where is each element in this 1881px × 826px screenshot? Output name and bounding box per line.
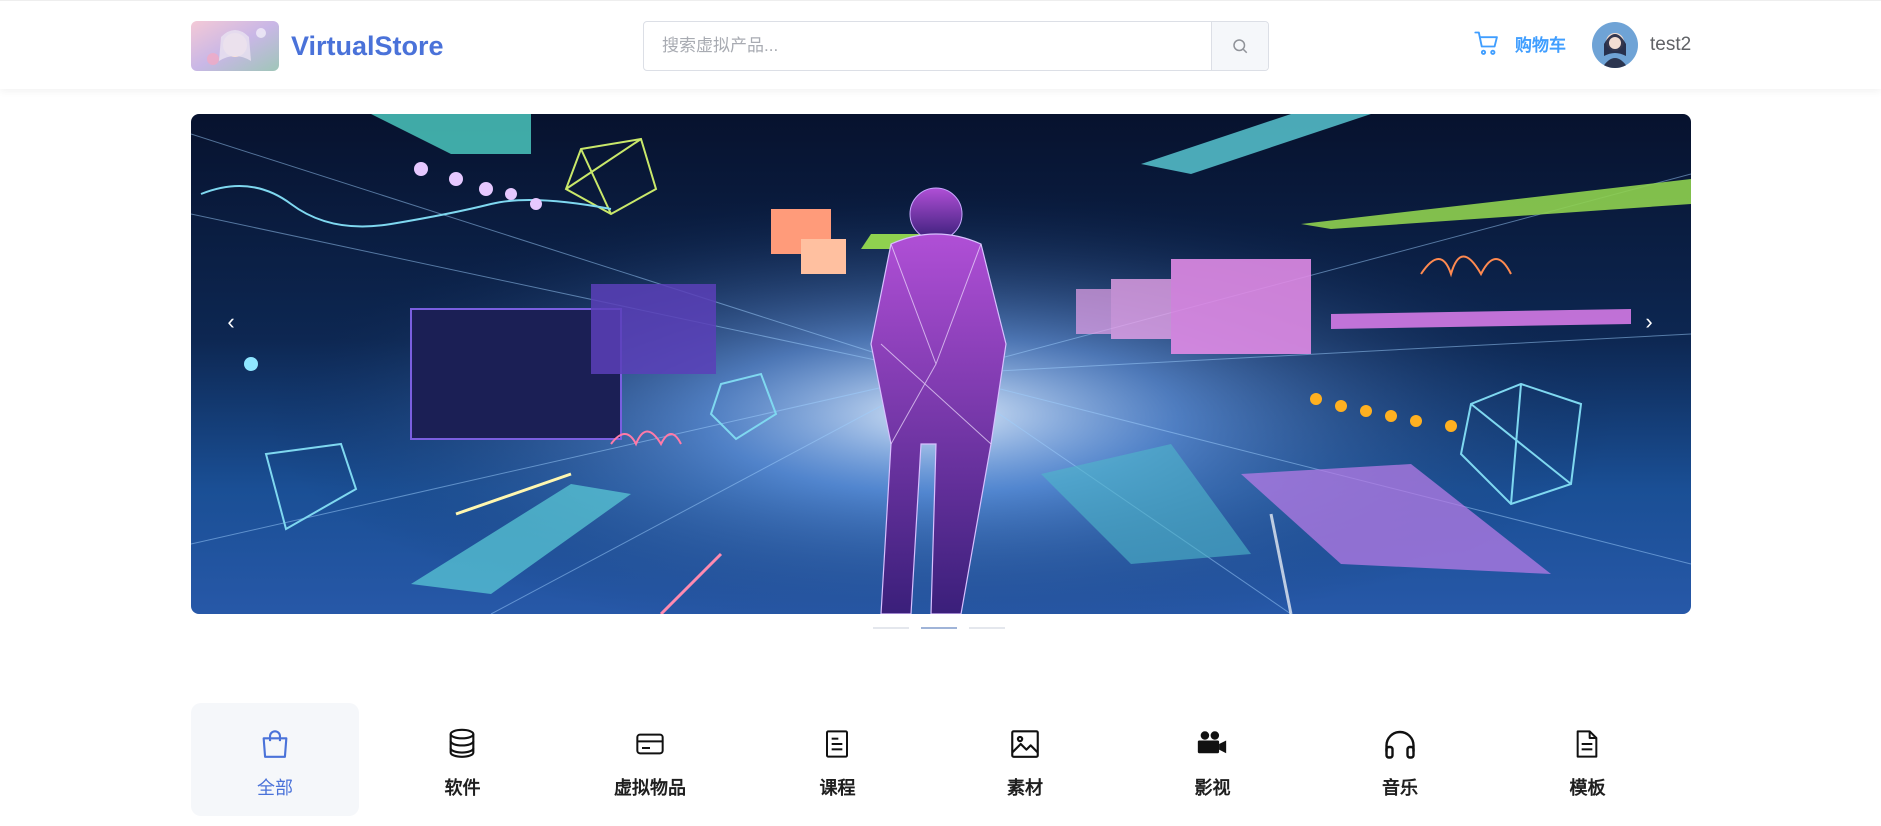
category-templates[interactable]: 模板 (1504, 703, 1672, 816)
search-input[interactable] (644, 22, 1211, 70)
cart-icon (1474, 31, 1498, 55)
image-icon (1005, 724, 1045, 764)
banner-next-button[interactable]: › (1631, 304, 1667, 340)
search-icon (1233, 39, 1248, 54)
shopping-bag-icon (255, 724, 295, 764)
category-courses[interactable]: 课程 (754, 703, 922, 816)
search-button[interactable] (1211, 22, 1268, 70)
category-label: 影视 (1194, 778, 1231, 798)
banner-image (191, 114, 1691, 614)
category-label: 素材 (1006, 778, 1043, 798)
brand-name: VirtualStore (291, 30, 444, 61)
video-camera-icon (1192, 724, 1232, 764)
user-menu[interactable]: test2 (1592, 22, 1691, 68)
category-music[interactable]: 音乐 (1316, 703, 1484, 816)
cart-label: 购物车 (1515, 35, 1566, 55)
carousel-dot[interactable] (921, 627, 957, 629)
category-all[interactable]: 全部 (191, 703, 359, 816)
category-label: 软件 (444, 778, 481, 798)
category-label: 音乐 (1381, 778, 1418, 798)
category-assets[interactable]: 素材 (941, 703, 1109, 816)
category-label: 全部 (256, 778, 293, 798)
category-label: 模板 (1569, 778, 1606, 798)
database-icon (442, 724, 482, 764)
template-icon (1567, 724, 1607, 764)
chevron-right-icon: › (1645, 309, 1653, 334)
carousel-dot[interactable] (969, 627, 1005, 629)
chevron-left-icon: ‹ (227, 309, 235, 334)
brand-logo[interactable]: VirtualStore (191, 21, 444, 71)
category-video[interactable]: 影视 (1129, 703, 1297, 816)
logo-image (191, 21, 279, 71)
top-header: VirtualStore 购物车 test2 (0, 0, 1881, 89)
category-label: 虚拟物品 (613, 778, 686, 798)
username: test2 (1650, 34, 1692, 55)
document-icon (817, 724, 857, 764)
carousel-dot[interactable] (873, 627, 909, 629)
banner-prev-button[interactable]: ‹ (213, 304, 249, 340)
avatar (1592, 22, 1638, 68)
category-label: 课程 (819, 778, 856, 798)
cart-link[interactable]: 购物车 (1473, 29, 1566, 57)
category-software[interactable]: 软件 (379, 703, 547, 816)
carousel-indicators (873, 627, 1005, 629)
search-bar (643, 21, 1269, 71)
headphones-icon (1380, 724, 1420, 764)
category-bar: 全部 软件 虚拟物品 课程 素材 影视 音乐 模板 (191, 703, 1691, 816)
credit-card-icon (630, 724, 670, 764)
category-virtual-goods[interactable]: 虚拟物品 (566, 703, 734, 816)
hero-banner[interactable]: ‹ › (191, 114, 1691, 614)
